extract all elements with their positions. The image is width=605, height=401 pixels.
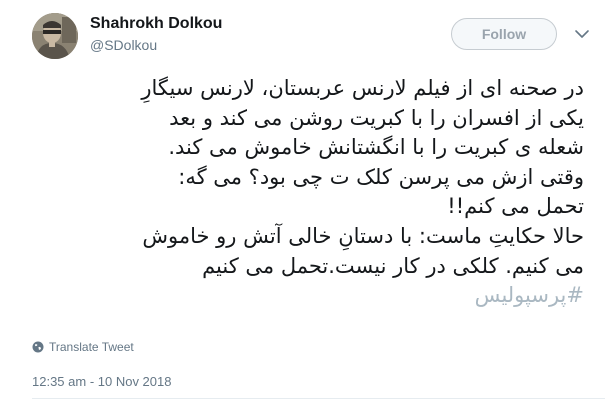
chevron-down-icon	[575, 30, 589, 38]
avatar-image	[32, 13, 78, 59]
avatar[interactable]	[32, 13, 78, 59]
tweet-line: حالا حکایتِ ماست: با دستانِ خالی آتش رو …	[142, 223, 584, 248]
tweet-timestamp[interactable]: 12:35 am - 10 Nov 2018	[32, 374, 171, 389]
translate-tweet-link[interactable]: Translate Tweet	[32, 339, 134, 355]
tweet-line: در صحنه ای از فیلم لارنس عربستان، لارنس …	[141, 76, 584, 100]
translate-label: Translate Tweet	[49, 340, 134, 354]
user-handle[interactable]: @SDolkou	[90, 37, 157, 53]
tweet-line: وقتی ازش می پرسن کلک ت چی بود؟ می گه:	[178, 164, 584, 189]
tweet-line: یکی از افسران را با کبریت روشن می کند و …	[169, 105, 584, 130]
tweet-card: Shahrokh Dolkou @SDolkou Follow در صحنه …	[0, 0, 605, 401]
follow-button[interactable]: Follow	[451, 18, 557, 50]
hashtag-link[interactable]: #پرسپولیس	[18, 281, 584, 311]
tweet-line: می کنیم. کلکی در کار نیست.تحمل می کنیم	[202, 253, 584, 278]
globe-icon	[32, 341, 44, 353]
tweet-header: Shahrokh Dolkou @SDolkou Follow	[0, 0, 605, 68]
more-options-button[interactable]	[572, 26, 592, 42]
tweet-line: شعله ی کبریت را با انگشتانش خاموش می کند…	[168, 135, 584, 160]
display-name[interactable]: Shahrokh Dolkou	[90, 15, 222, 33]
tweet-text: در صحنه ای از فیلم لارنس عربستان، لارنس …	[18, 74, 584, 311]
tweet-line: تحمل می کنم!!	[447, 194, 584, 219]
divider	[32, 398, 605, 399]
